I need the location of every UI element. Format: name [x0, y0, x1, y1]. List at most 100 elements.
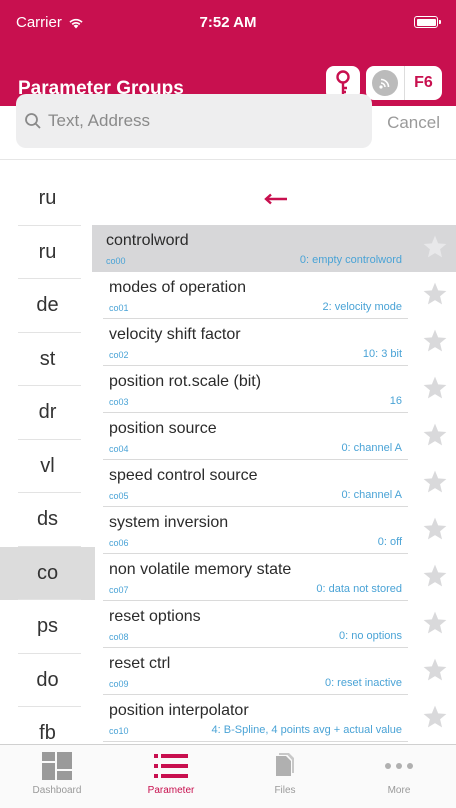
parameter-code: co03 [109, 397, 129, 407]
star-icon[interactable] [422, 375, 448, 406]
tab-label: Dashboard [32, 785, 82, 796]
parameter-row[interactable]: controlword co00 0: empty controlword [92, 225, 456, 272]
group-item[interactable]: co [0, 546, 95, 600]
tab-bar: Dashboard Parameter Files More [0, 744, 456, 808]
group-label: do [36, 668, 59, 691]
key-icon [336, 70, 350, 94]
list-icon [154, 751, 188, 781]
search-icon [25, 113, 41, 129]
parameter-code: co04 [109, 444, 129, 454]
app-header: Carrier 7:52 AM Parameter Groups F6 [0, 0, 456, 106]
parameter-row[interactable]: non volatile memory state co07 0: data not… [103, 554, 447, 601]
group-item[interactable]: ru [0, 226, 95, 280]
arrow-left-icon[interactable] [263, 193, 288, 205]
battery-icon [414, 16, 441, 28]
status-bar: Carrier 7:52 AM [0, 0, 456, 40]
parameter-row[interactable]: modes of operation co01 2: velocity mode [103, 272, 447, 319]
tab-label: Parameter [147, 785, 195, 796]
group-label: de [36, 294, 59, 317]
star-icon[interactable] [422, 657, 448, 688]
parameter-name: position rot.scale (bit) [109, 373, 262, 390]
group-item[interactable]: de [0, 279, 95, 333]
parameter-row[interactable]: position source co04 0: channel A [103, 413, 447, 460]
group-item[interactable]: ru [0, 172, 95, 226]
parameter-name: reset options [109, 608, 201, 625]
parameter-name: position interpolator [109, 702, 249, 719]
parameter-value: 0: channel A [341, 442, 402, 454]
group-label: ru [38, 240, 57, 263]
group-item[interactable]: dr [0, 386, 95, 440]
group-label: ds [36, 508, 59, 531]
parameter-value: 16 [389, 395, 402, 407]
parameter-code: co05 [109, 491, 129, 501]
star-icon[interactable] [422, 704, 448, 735]
parameter-name: velocity shift factor [109, 326, 241, 343]
parameter-row[interactable]: system inversion co06 0: off [103, 507, 447, 554]
group-item[interactable]: vl [0, 440, 95, 494]
parameter-code: co02 [109, 350, 129, 360]
parameter-value: 0: data not stored [316, 583, 402, 595]
group-item[interactable]: ps [0, 600, 95, 654]
group-item[interactable]: do [0, 654, 95, 708]
parameter-row[interactable]: velocity shift factor co02 10: 3 bit [103, 319, 447, 366]
parameter-name: non volatile memory state [109, 561, 292, 578]
star-icon[interactable] [422, 563, 448, 594]
device-button[interactable]: F6 [404, 66, 442, 100]
parameter-value: 0: channel A [341, 489, 402, 501]
star-icon[interactable] [422, 422, 448, 453]
parameter-list: controlword co00 0: empty controlword modes… [92, 225, 456, 742]
tab-label: Files [274, 785, 296, 796]
signal-icon [372, 70, 398, 96]
parameter-code: co10 [109, 726, 129, 736]
parameter-value: 0: empty controlword [299, 254, 402, 266]
more-icon [384, 751, 414, 781]
parameter-row[interactable]: position rot.scale (bit) co03 16 [103, 366, 447, 413]
group-label: vl [40, 454, 55, 477]
search-field[interactable] [16, 94, 372, 148]
parameter-row[interactable]: reset ctrl co09 0: reset inactive [103, 648, 447, 695]
tab-label: More [387, 785, 411, 796]
status-time: 7:52 AM [199, 14, 257, 31]
files-icon [274, 751, 296, 781]
parameter-value: 0: no options [339, 630, 402, 642]
parameter-value: 2: velocity mode [322, 301, 402, 313]
cancel-button[interactable]: Cancel [387, 113, 440, 133]
tab-files[interactable]: Files [228, 745, 342, 808]
star-icon[interactable] [422, 234, 448, 265]
star-icon[interactable] [422, 610, 448, 641]
connection-group: F6 [366, 66, 442, 100]
tab-more[interactable]: More [342, 745, 456, 808]
parameter-value: 0: reset inactive [324, 677, 402, 689]
tab-parameter[interactable]: Parameter [114, 745, 228, 808]
group-index: ru ru de st dr vl ds co ps do fb [0, 172, 95, 761]
parameter-name: system inversion [109, 514, 229, 531]
parameter-code: co08 [109, 632, 129, 642]
group-label: fb [39, 722, 56, 745]
star-icon[interactable] [422, 469, 448, 500]
star-icon[interactable] [422, 281, 448, 312]
group-item[interactable]: ds [0, 493, 95, 547]
group-label: dr [38, 401, 57, 424]
star-icon[interactable] [422, 328, 448, 359]
parameter-code: co00 [106, 256, 126, 266]
parameter-code: co07 [109, 585, 129, 595]
parameter-code: co09 [109, 679, 129, 689]
parameter-row[interactable]: position interpolator co10 4: B-Spline, 4 … [103, 695, 447, 742]
parameter-code: co06 [109, 538, 129, 548]
parameter-value: 0: off [377, 536, 402, 548]
search-input[interactable] [48, 111, 348, 131]
group-label: co [36, 561, 59, 584]
group-label: ps [36, 615, 59, 638]
parameter-row[interactable]: speed control source co05 0: channel A [103, 460, 447, 507]
back-row [95, 172, 456, 225]
group-label: ru [38, 187, 57, 210]
star-icon[interactable] [422, 516, 448, 547]
parameter-code: co01 [109, 303, 129, 313]
parameter-row[interactable]: reset options co08 0: no options [103, 601, 447, 648]
parameter-name: modes of operation [109, 279, 246, 296]
parameter-name: speed control source [109, 467, 258, 484]
tab-dashboard[interactable]: Dashboard [0, 745, 114, 808]
parameter-value: 4: B-Spline, 4 points avg + actual value [211, 724, 402, 736]
group-item[interactable]: st [0, 333, 95, 387]
connection-button[interactable] [366, 66, 404, 100]
